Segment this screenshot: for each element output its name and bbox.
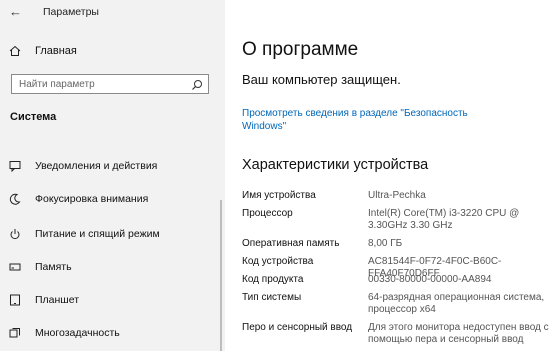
message-icon (9, 160, 21, 172)
sidebar-item-storage[interactable]: Память (9, 257, 221, 277)
sidebar-item-multitasking[interactable]: Многозадачность (9, 323, 221, 343)
spec-value[interactable]: 8,00 ГБ (368, 238, 560, 250)
sidebar-item-label: Фокусировка внимания (35, 193, 149, 205)
home-button[interactable]: Главная (9, 42, 219, 60)
tablet-icon (9, 294, 21, 306)
device-specs-title: Характеристики устройства (242, 157, 429, 173)
spec-value[interactable]: 64-разрядная операционная система, проце… (368, 292, 560, 315)
spec-value[interactable]: Для этого монитора недоступен ввод с пом… (368, 322, 560, 345)
spec-value[interactable]: 00330-80000-00000-AA894 (368, 274, 560, 286)
back-arrow-icon[interactable]: ← (9, 4, 22, 19)
sidebar-item-focus-assist[interactable]: Фокусировка внимания (9, 189, 221, 209)
sidebar: ← Параметры Главная Найти параметр Систе… (0, 0, 225, 351)
search-icon[interactable] (191, 78, 203, 96)
sidebar-item-label: Многозадачность (35, 327, 120, 339)
sidebar-item-label: Память (35, 261, 72, 273)
spec-key: Оперативная память (242, 238, 340, 249)
protection-status: Ваш компьютер защищен. (242, 72, 401, 87)
security-details-link[interactable]: Просмотреть сведения в разделе "Безопасн… (242, 107, 502, 133)
multitasking-icon (9, 327, 21, 339)
page-title: О программе (242, 39, 359, 60)
sidebar-item-label: Планшет (35, 294, 80, 306)
sidebar-item-tablet[interactable]: Планшет (9, 290, 221, 310)
spec-key: Перо и сенсорный ввод (242, 322, 353, 333)
search-placeholder: Найти параметр (19, 79, 95, 90)
app-title: Параметры (43, 6, 99, 18)
spec-key: Имя устройства (242, 190, 316, 201)
spec-key: Процессор (242, 208, 293, 219)
spec-value[interactable]: Intel(R) Core(TM) i3-3220 CPU @ 3.30GHz … (368, 208, 560, 231)
spec-value[interactable]: Ultra-Pechka (368, 190, 560, 202)
home-label: Главная (35, 45, 77, 57)
sidebar-item-power[interactable]: Питание и спящий режим (9, 224, 221, 244)
sidebar-scrollbar[interactable] (220, 200, 222, 351)
sidebar-item-label: Уведомления и действия (35, 160, 158, 172)
power-icon (9, 228, 21, 240)
spec-key: Код устройства (242, 256, 314, 267)
sidebar-item-notifications[interactable]: Уведомления и действия (9, 156, 221, 176)
sidebar-item-label: Питание и спящий режим (35, 228, 160, 240)
spec-key: Код продукта (242, 274, 304, 285)
home-icon (9, 45, 21, 57)
search-input[interactable]: Найти параметр (11, 74, 209, 94)
main-content: О программе Ваш компьютер защищен. Просм… (225, 0, 560, 351)
section-title: Система (10, 111, 57, 123)
title-bar: ← Параметры (0, 0, 225, 24)
spec-key: Тип системы (242, 292, 302, 303)
storage-icon (9, 261, 21, 273)
moon-icon (9, 193, 21, 205)
